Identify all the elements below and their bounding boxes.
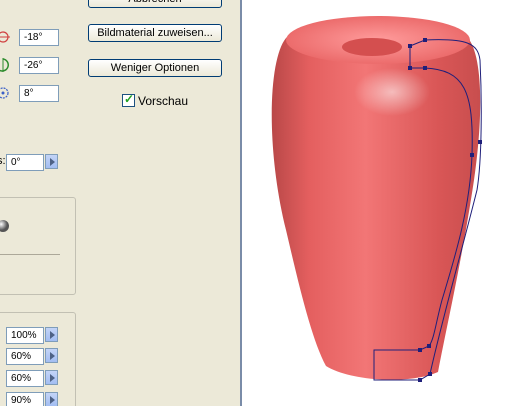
highlight-intensity-button[interactable]: [45, 370, 58, 385]
ambient-light-button[interactable]: [45, 348, 58, 363]
preview-label: Vorschau: [138, 94, 189, 108]
preview-canvas: [240, 0, 530, 406]
ambient-light-field[interactable]: 60%: [6, 348, 44, 365]
highlight-size-field[interactable]: 90%: [6, 392, 44, 406]
perspective-slider-button[interactable]: [45, 154, 58, 169]
rotate-y-field[interactable]: -26°: [19, 57, 59, 74]
options-panel: -18° -26° 8° s: 0° 100% 60% 60% 90% Abbr…: [0, 0, 240, 406]
surface-group: [0, 197, 76, 295]
highlight-size-button[interactable]: [45, 392, 58, 406]
preview-checkbox[interactable]: [122, 92, 135, 107]
map-art-button[interactable]: Bildmaterial zuweisen...: [88, 24, 222, 42]
vase-render: [271, 16, 482, 382]
vase-opening: [342, 38, 402, 56]
rotate-z-field[interactable]: 8°: [19, 85, 59, 102]
cancel-button[interactable]: Abbrechen: [88, 0, 222, 8]
light-intensity-field[interactable]: 100%: [6, 327, 44, 344]
surface-divider: [0, 254, 60, 255]
fewer-options-button[interactable]: Weniger Optionen: [88, 59, 222, 77]
highlight-intensity-field[interactable]: 60%: [6, 370, 44, 387]
rotate-z-icon: [0, 86, 10, 100]
light-intensity-button[interactable]: [45, 327, 58, 342]
perspective-label: s:: [0, 155, 6, 167]
rotate-x-icon: [0, 30, 10, 44]
vase-highlight: [354, 68, 430, 116]
light-sphere-icon[interactable]: [0, 219, 10, 233]
rotate-y-icon: [0, 58, 10, 72]
perspective-field[interactable]: 0°: [6, 154, 44, 171]
rotate-x-field[interactable]: -18°: [19, 29, 59, 46]
